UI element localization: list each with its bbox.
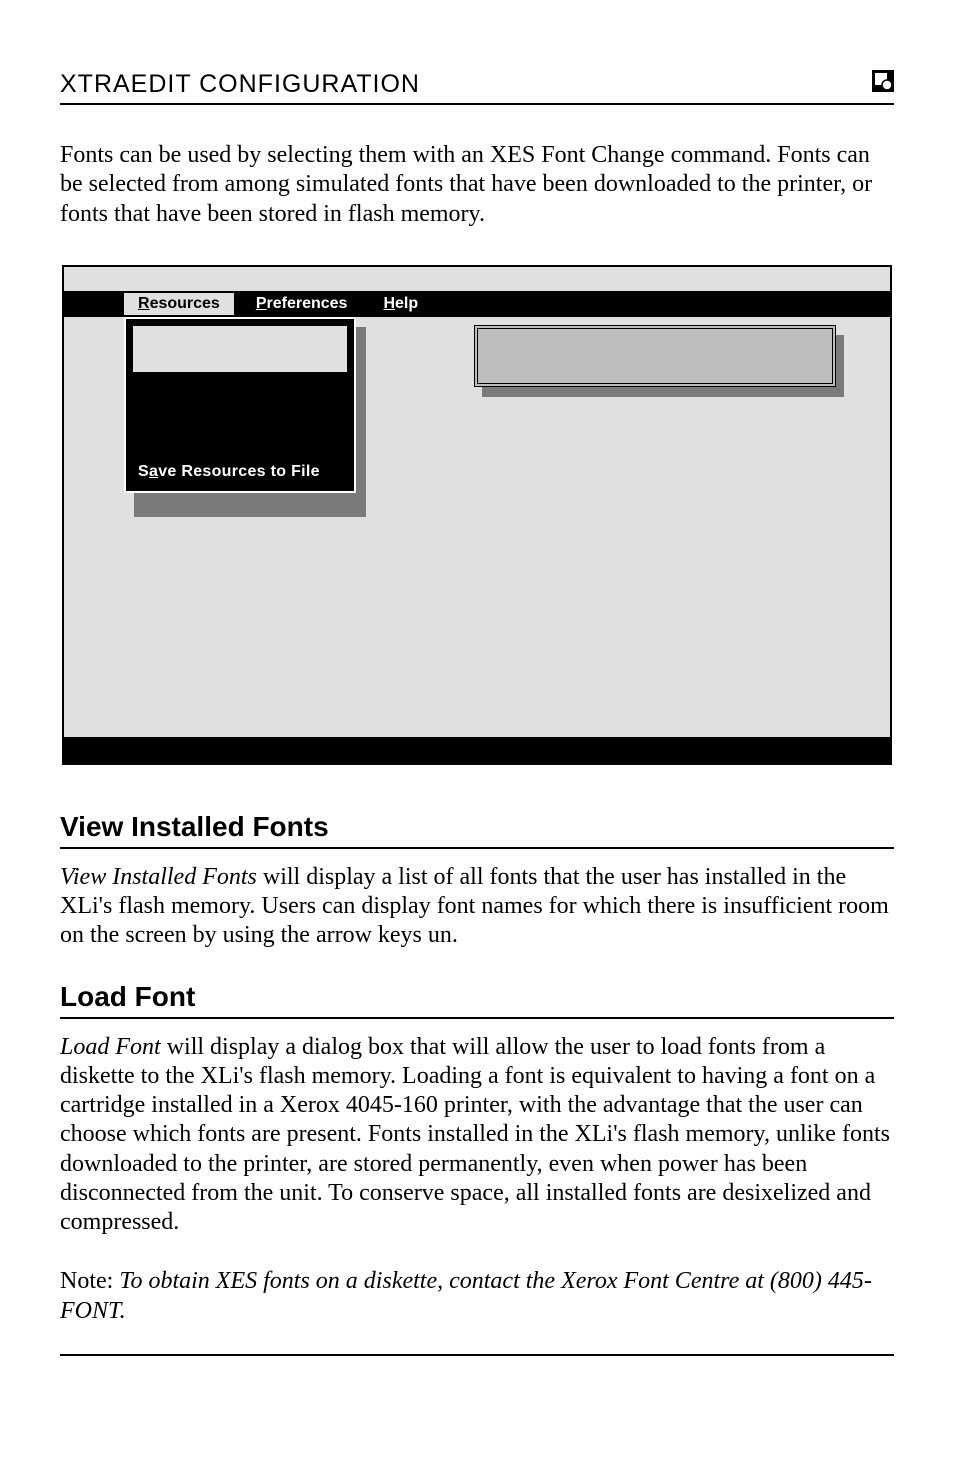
resources-dropdown: Save Resources to File (124, 317, 356, 493)
lf-lead: Load Font (60, 1034, 161, 1060)
load-font-rule (60, 1017, 894, 1019)
menu-help-label: elp (395, 295, 418, 312)
menu-resources-mnemonic: R (138, 295, 150, 312)
footer-rule (60, 1354, 894, 1356)
page-header-title: XTRAEDIT CONFIGURATION (60, 70, 420, 99)
side-box (474, 325, 836, 387)
figure-title-bar (64, 267, 890, 291)
view-installed-fonts-heading: View Installed Fonts (60, 811, 894, 843)
load-font-paragraph: Load Font will display a dialog box that… (60, 1033, 894, 1238)
menu-preferences-label: references (267, 295, 348, 312)
load-font-heading: Load Font (60, 981, 894, 1013)
srf-pre3: F (291, 463, 301, 480)
view-installed-fonts-paragraph: View Installed Fonts will display a list… (60, 863, 894, 951)
header-glyph-icon (872, 70, 894, 92)
menu-preferences[interactable]: Preferences (242, 293, 362, 315)
figure-status-bar (64, 737, 890, 763)
menu-preferences-mnemonic: P (256, 295, 267, 312)
screenshot-figure: Resources Preferences Help Save Resource… (62, 265, 892, 765)
intro-paragraph: Fonts can be used by selecting them with… (60, 141, 894, 229)
note-italic: To obtain XES fonts on a diskette, conta… (60, 1268, 872, 1323)
menu-help-mnemonic: H (383, 295, 395, 312)
note-label: Note: (60, 1268, 119, 1294)
dropdown-spacer (126, 373, 354, 453)
menu-resources-label: esources (150, 295, 220, 312)
srf-mid: ve (158, 463, 181, 480)
header-rule (60, 103, 894, 105)
vif-lead: View Installed Fonts (60, 864, 257, 890)
figure-body: Save Resources to File (64, 317, 890, 741)
load-font-note: Note: To obtain XES fonts on a diskette,… (60, 1267, 894, 1326)
dropdown-blank-item[interactable] (132, 325, 348, 373)
view-installed-rule (60, 847, 894, 849)
srf-mnemonic: a (149, 463, 158, 480)
srf-rest2: ile (301, 463, 320, 480)
menu-help[interactable]: Help (369, 293, 432, 315)
menu-resources[interactable]: Resources (124, 293, 234, 315)
srf-rest: esources to (193, 463, 291, 480)
lf-rest: will display a dialog box that will allo… (60, 1034, 890, 1236)
figure-menubar: Resources Preferences Help (64, 291, 890, 317)
srf-pre: S (138, 463, 149, 480)
srf-pre2: R (181, 463, 193, 480)
save-resources-to-file-item[interactable]: Save Resources to File (126, 453, 354, 491)
